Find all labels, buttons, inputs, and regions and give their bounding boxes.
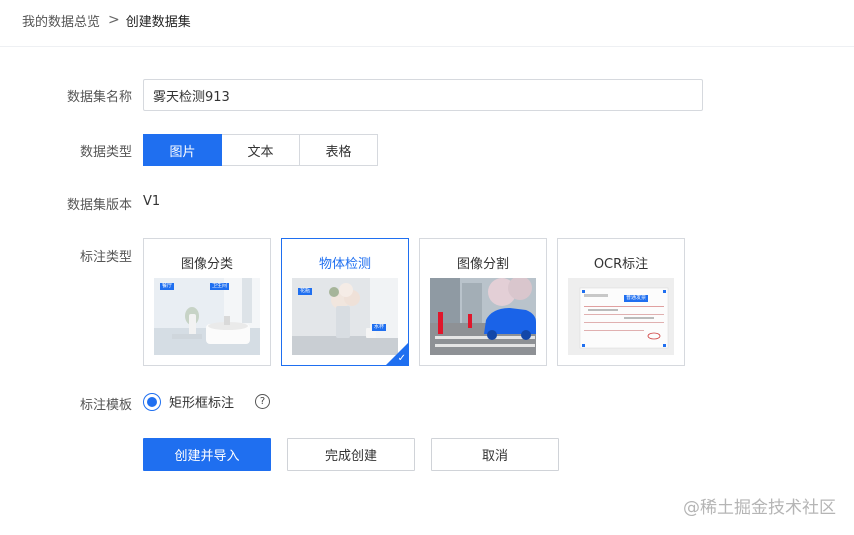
thumbnail-tag: 普通发票: [624, 295, 649, 302]
breadcrumb: 我的数据总览 > 创建数据集: [22, 10, 191, 30]
data-type-image-button[interactable]: 图片: [143, 134, 222, 166]
annotation-card-image-classification[interactable]: 图像分类 餐厅 卫生间: [143, 238, 271, 366]
dataset-version-label: 数据集版本: [66, 198, 132, 213]
data-type-label: 数据类型: [79, 145, 132, 160]
finish-create-button[interactable]: 完成创建: [287, 438, 415, 471]
thumbnail-tag: 水杯: [372, 324, 387, 331]
dataset-name-label: 数据集名称: [66, 90, 132, 105]
cancel-button[interactable]: 取消: [431, 438, 559, 471]
watermark: @稀土掘金技术社区: [683, 498, 836, 518]
data-type-text-button[interactable]: 文本: [221, 134, 300, 166]
create-and-import-button[interactable]: 创建并导入: [143, 438, 271, 471]
data-type-table-button[interactable]: 表格: [299, 134, 378, 166]
question-circle-icon[interactable]: ?: [255, 394, 270, 409]
annotation-card-title: 物体检测: [318, 257, 371, 272]
thumbnail-tag: 餐厅: [160, 283, 175, 290]
annotation-type-cards: 图像分类 餐厅 卫生间 物体检测 花瓶 水杯 ✓ 图像分割 OCR标注 普通发票: [143, 238, 685, 366]
dataset-name-input[interactable]: [143, 79, 703, 111]
data-type-selector: 图片 文本 表格: [143, 134, 378, 166]
annotation-card-image-segmentation[interactable]: 图像分割: [419, 238, 547, 366]
header-divider: [0, 46, 854, 47]
ocr-thumbnail: 普通发票: [568, 278, 674, 355]
thumbnail-tag: 卫生间: [210, 283, 230, 290]
radio-button[interactable]: [143, 392, 161, 411]
annotation-card-title: OCR标注: [593, 257, 649, 272]
rectangle-annotation-radio[interactable]: 矩形框标注: [143, 392, 234, 411]
annotation-type-label: 标注类型: [79, 250, 132, 265]
chevron-right-icon: >: [108, 12, 120, 28]
annotation-card-title: 图像分类: [180, 257, 233, 272]
annotation-card-ocr[interactable]: OCR标注 普通发票: [557, 238, 685, 366]
image-segmentation-thumbnail: [430, 278, 536, 355]
radio-dot: [147, 396, 157, 407]
object-detection-thumbnail: 花瓶 水杯: [292, 278, 398, 355]
annotation-card-object-detection[interactable]: 物体检测 花瓶 水杯 ✓: [281, 238, 409, 366]
check-icon: ✓: [397, 353, 406, 364]
annotation-card-title: 图像分割: [456, 257, 509, 272]
rectangle-annotation-label: 矩形框标注: [169, 396, 235, 411]
thumbnail-tag: 花瓶: [298, 288, 313, 295]
image-classification-thumbnail: 餐厅 卫生间: [154, 278, 260, 355]
breadcrumb-dataset-overview-link[interactable]: 我的数据总览: [22, 11, 100, 30]
dataset-version-value: V1: [143, 194, 161, 209]
annotation-template-label: 标注模板: [79, 398, 132, 413]
breadcrumb-current: 创建数据集: [125, 14, 191, 30]
